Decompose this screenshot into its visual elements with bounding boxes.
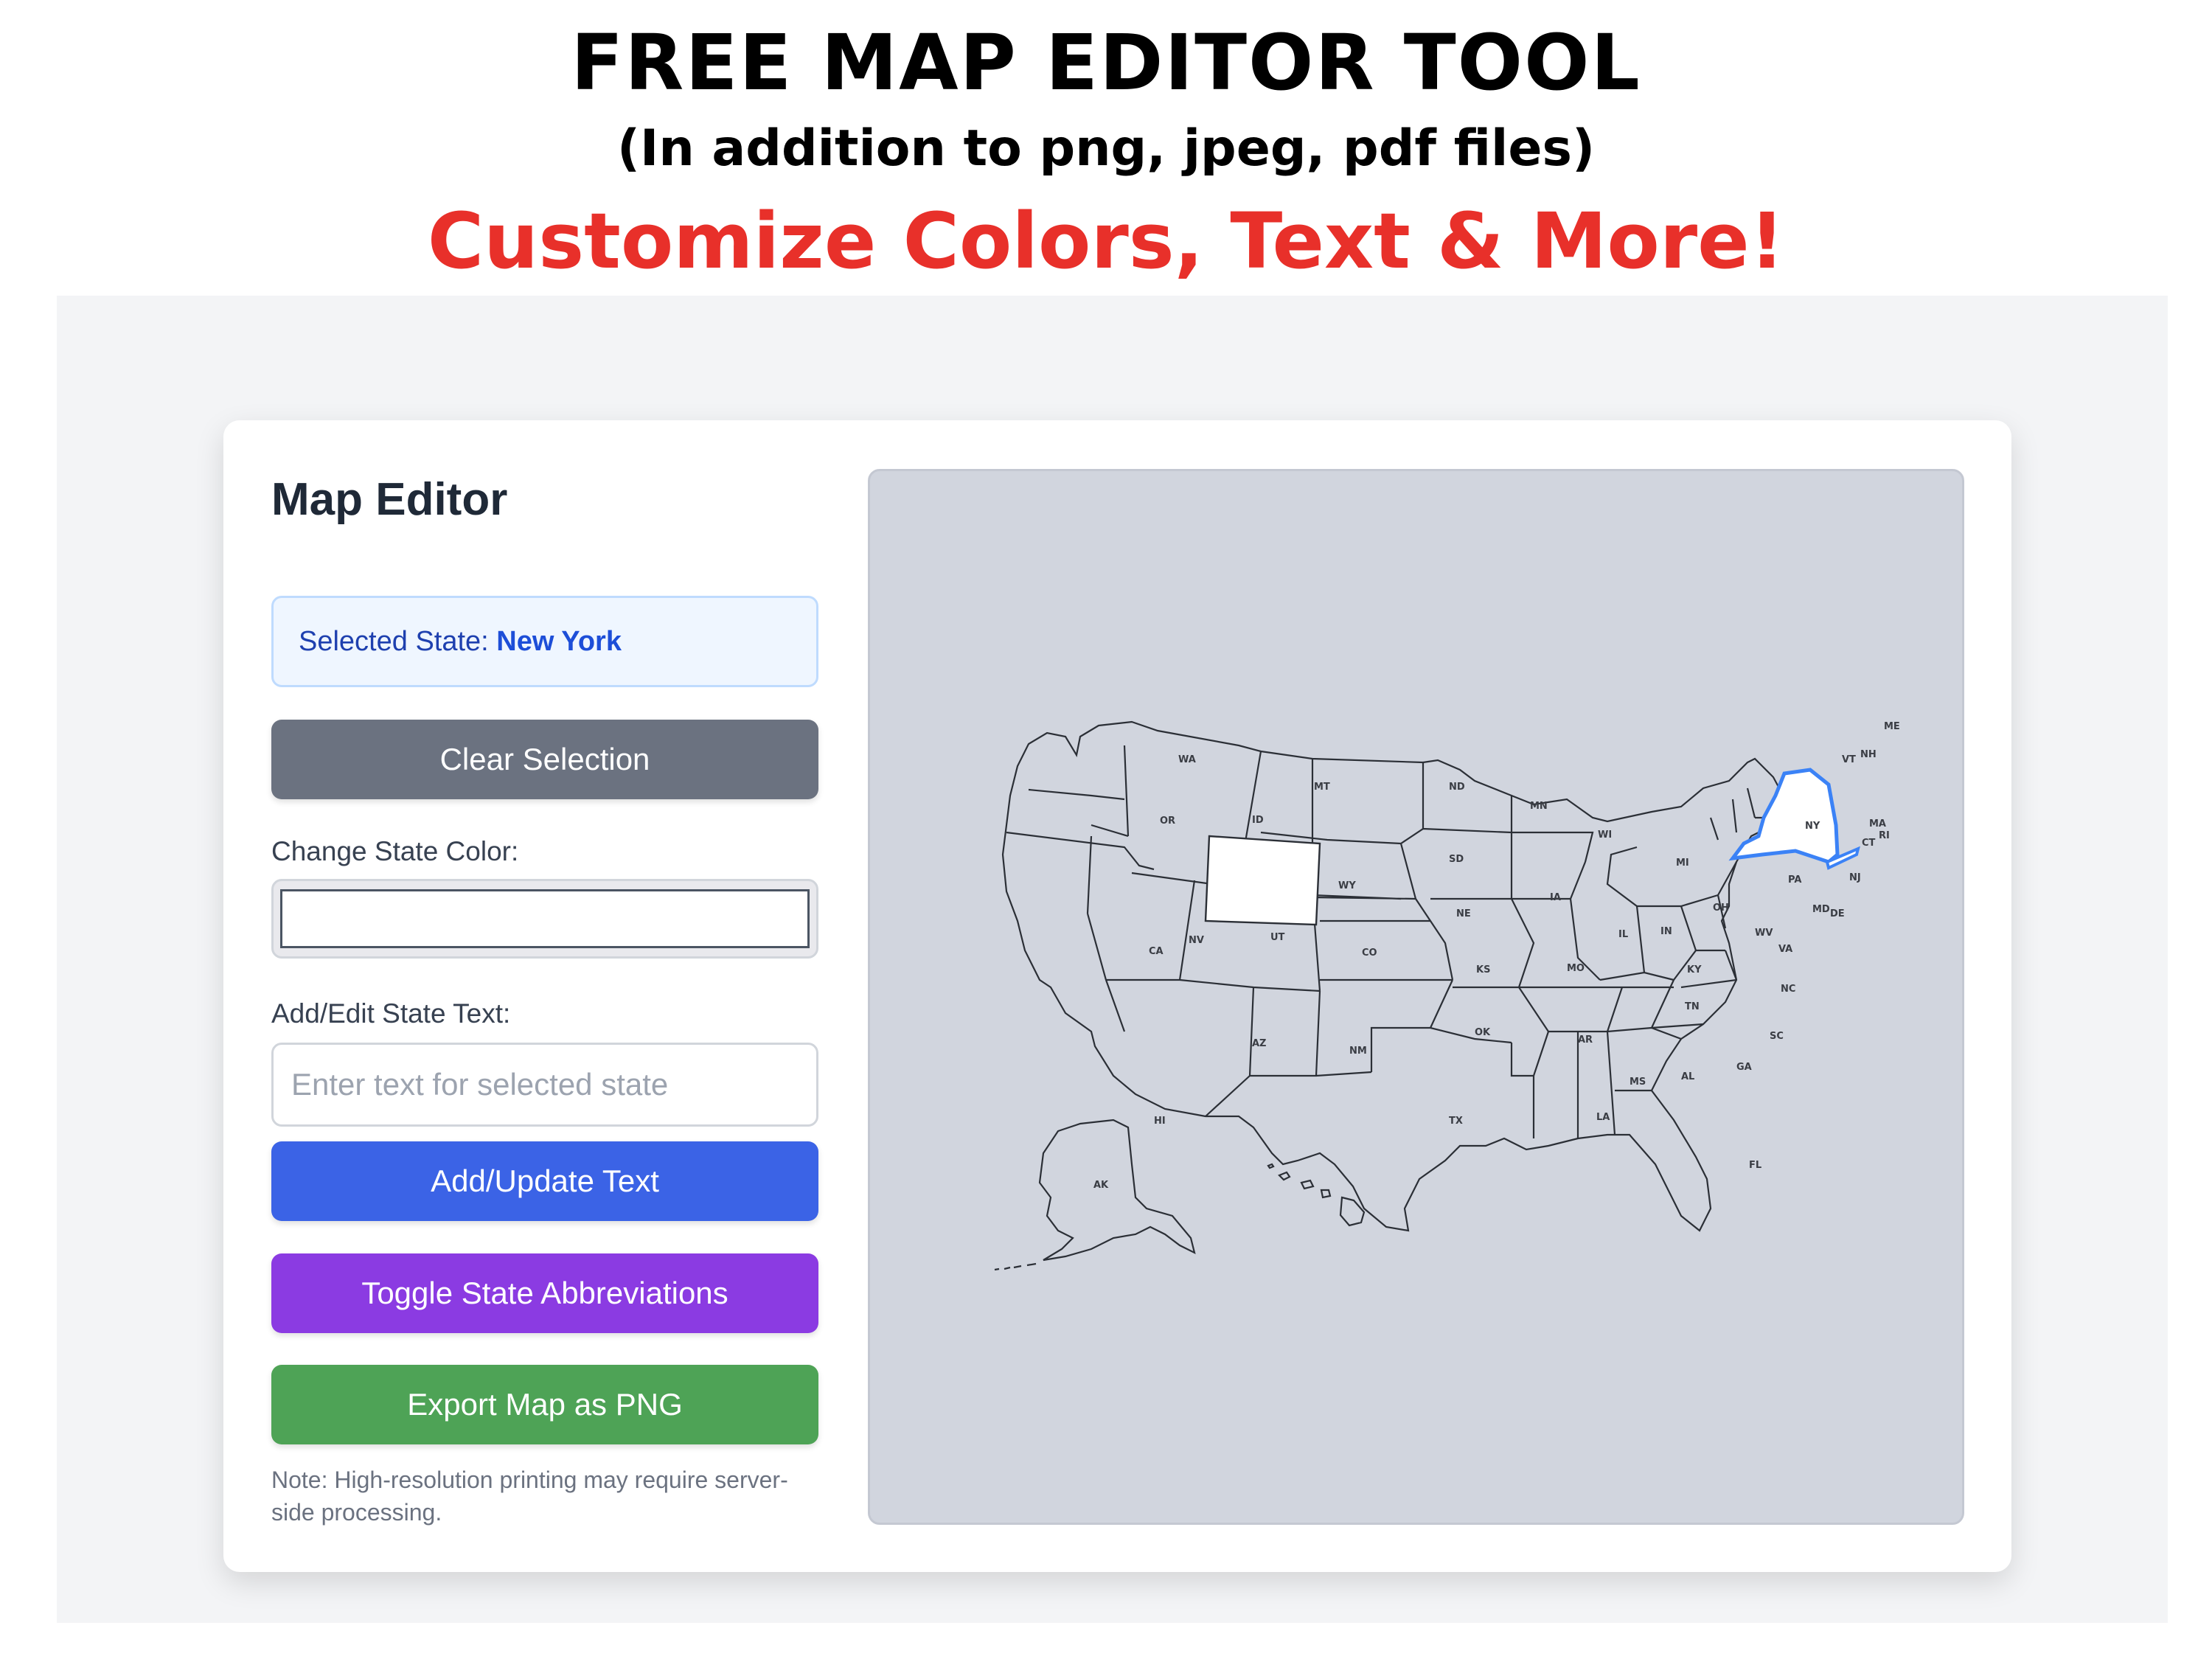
label-hi: HI [1154, 1116, 1166, 1127]
color-swatch[interactable] [280, 889, 810, 948]
export-png-button[interactable]: Export Map as PNG [271, 1365, 818, 1444]
label-wy: WY [1338, 880, 1356, 891]
label-tn: TN [1685, 1001, 1700, 1012]
label-fl: FL [1749, 1160, 1761, 1171]
label-ia: IA [1550, 892, 1561, 903]
label-md: MD [1812, 904, 1830, 915]
us-map[interactable]: WA OR CA ID NV MT WY UT AZ CO NM ND SD N… [870, 471, 1964, 1525]
label-ak: AK [1093, 1180, 1109, 1191]
label-pa: PA [1788, 874, 1801, 886]
state-text-label: Add/Edit State Text: [271, 998, 511, 1029]
label-wv: WV [1755, 928, 1773, 939]
wyoming-shape[interactable] [1204, 835, 1321, 926]
state-outlines [994, 720, 1860, 1271]
state-color-label: Change State Color: [271, 836, 519, 866]
label-nv: NV [1189, 935, 1204, 946]
state-borders [1006, 745, 1785, 1138]
label-ct: CT [1862, 838, 1876, 849]
label-nc: NC [1781, 984, 1795, 995]
label-wa: WA [1178, 754, 1196, 765]
label-la: LA [1596, 1112, 1610, 1123]
banner-subtitle: (In addition to png, jpeg, pdf files) [616, 119, 1596, 178]
label-id: ID [1252, 815, 1264, 826]
label-ks: KS [1476, 964, 1490, 975]
clear-selection-button[interactable]: Clear Selection [271, 720, 818, 799]
printing-note: Note: High-resolution printing may requi… [271, 1467, 788, 1526]
label-ri: RI [1879, 830, 1890, 841]
selected-state-value: New York [496, 626, 622, 657]
label-tx: TX [1449, 1116, 1463, 1127]
label-mt: MT [1314, 782, 1330, 793]
label-va: VA [1778, 944, 1792, 955]
toggle-abbreviations-button[interactable]: Toggle State Abbreviations [271, 1253, 818, 1333]
label-mo: MO [1567, 963, 1585, 974]
label-de: DE [1830, 908, 1845, 919]
label-ok: OK [1475, 1027, 1491, 1038]
hawaii-islands [1267, 1163, 1366, 1227]
new-york-shape[interactable] [1728, 768, 1840, 864]
label-me: ME [1884, 721, 1900, 732]
label-ar: AR [1578, 1034, 1593, 1046]
label-al: AL [1681, 1071, 1694, 1082]
label-co: CO [1362, 947, 1377, 959]
label-ms: MS [1630, 1077, 1646, 1088]
banner-title: FREE MAP EDITOR TOOL [571, 18, 1641, 108]
label-mn: MN [1530, 801, 1548, 812]
label-sc: SC [1770, 1031, 1784, 1042]
selected-state-box: Selected State: New York [271, 596, 818, 687]
label-nd: ND [1449, 782, 1465, 793]
label-nj: NJ [1849, 872, 1861, 883]
label-az: AZ [1252, 1038, 1267, 1049]
label-vt: VT [1842, 754, 1856, 765]
state-text-input[interactable] [271, 1043, 818, 1127]
label-ny: NY [1805, 821, 1820, 832]
label-nh: NH [1860, 749, 1877, 760]
label-ca: CA [1149, 946, 1164, 957]
state-color-picker[interactable] [271, 879, 818, 959]
label-sd: SD [1449, 854, 1464, 865]
label-ky: KY [1687, 964, 1702, 975]
label-ga: GA [1736, 1062, 1752, 1073]
label-il: IL [1618, 929, 1628, 940]
label-in: IN [1660, 926, 1672, 937]
add-update-text-button[interactable]: Add/Update Text [271, 1141, 818, 1221]
panel-title: Map Editor [271, 474, 508, 525]
selected-state-label: Selected State: [299, 626, 489, 657]
label-nm: NM [1349, 1046, 1367, 1057]
banner-tagline: Customize Colors, Text & More! [427, 196, 1785, 286]
map-canvas[interactable]: WA OR CA ID NV MT WY UT AZ CO NM ND SD N… [868, 469, 1964, 1525]
label-ne: NE [1456, 908, 1471, 919]
label-oh: OH [1713, 902, 1729, 914]
label-or: OR [1160, 815, 1175, 827]
label-wi: WI [1598, 830, 1612, 841]
alaska-outline [994, 1119, 1196, 1271]
label-mi: MI [1676, 858, 1689, 869]
label-ut: UT [1270, 932, 1285, 943]
label-ma: MA [1869, 818, 1886, 830]
